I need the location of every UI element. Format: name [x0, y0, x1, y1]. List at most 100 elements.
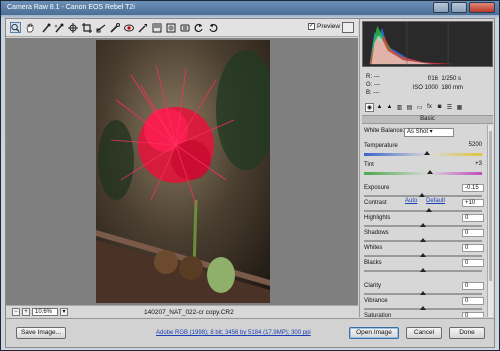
graduated-filter-tool-icon[interactable] [151, 22, 162, 33]
r-label: R: [366, 74, 372, 80]
slider-track-blacks[interactable] [364, 268, 482, 272]
dialog-content: ✓ Preview − + 10.6% ▾ 140207_NAT_022-cr … [5, 18, 495, 348]
minimize-button[interactable] [433, 2, 449, 13]
tab-effects-icon[interactable]: fx [425, 103, 434, 112]
rotate-cw-icon[interactable] [207, 22, 218, 33]
image-canvas[interactable] [6, 38, 358, 315]
slider-knob[interactable] [427, 170, 434, 174]
radial-filter-tool-icon[interactable] [165, 22, 176, 33]
spot-removal-tool-icon[interactable] [109, 22, 120, 33]
default-link[interactable]: Default [426, 198, 445, 204]
slider-value-field[interactable]: +10 [462, 199, 484, 207]
slider-row-highlights: Highlights 0 [364, 214, 484, 223]
slider-value-field[interactable]: 0 [462, 259, 484, 267]
slider-knob[interactable] [420, 253, 426, 257]
slider-knob[interactable] [418, 193, 425, 197]
slider-track-tint[interactable] [364, 170, 482, 175]
slider-track-clarity[interactable] [364, 291, 482, 295]
tab-presets-icon[interactable]: ☰ [445, 103, 454, 112]
b-value: --- [373, 90, 380, 96]
g-value: --- [374, 82, 381, 88]
straighten-tool-icon[interactable] [95, 22, 106, 33]
slider-label: Contrast [364, 200, 387, 206]
tab-camera-calibration-icon[interactable]: ◙ [435, 103, 444, 112]
tab-basic-icon[interactable]: ◉ [365, 102, 374, 112]
shutter-value: 1/250 s [441, 76, 462, 82]
readout-info: R: --- G: --- B: --- f/16 1/250 s ISO 10… [362, 71, 493, 99]
slider-knob[interactable] [420, 268, 426, 272]
section-title: Basic [420, 116, 435, 122]
tab-hsl-icon[interactable]: ▥ [395, 103, 404, 112]
close-button[interactable] [469, 2, 495, 13]
tool-bar: ✓ Preview [6, 19, 358, 37]
scrollbar-thumb[interactable] [489, 131, 492, 281]
tab-split-toning-icon[interactable]: ▤ [405, 103, 414, 112]
white-balance-tool-icon[interactable] [40, 22, 51, 33]
fullscreen-toggle-icon[interactable] [342, 22, 354, 33]
zoom-dropdown-icon[interactable]: ▾ [60, 308, 68, 316]
slider-row-exposure: Exposure -0.15 [364, 184, 484, 193]
workflow-options-link[interactable]: Adobe RGB (1998); 8 bit; 3456 by 5184 (1… [156, 330, 311, 336]
white-balance-row: White Balance: As Shot ▾ [364, 128, 486, 138]
preferences-icon[interactable] [179, 22, 190, 33]
slider-knob[interactable] [420, 291, 426, 295]
photo-preview[interactable] [96, 40, 270, 303]
slider-knob[interactable] [420, 223, 426, 227]
crop-tool-icon[interactable] [81, 22, 92, 33]
slider-value-field[interactable]: -0.15 [462, 184, 484, 192]
slider-track-shadows[interactable] [364, 238, 482, 242]
color-sampler-tool-icon[interactable] [53, 22, 64, 33]
slider-value-field[interactable]: 0 [462, 297, 484, 305]
tab-detail-icon[interactable]: ▲ [385, 103, 394, 112]
slider-track-temperature[interactable] [364, 151, 482, 156]
preview-toggle[interactable]: ✓ Preview [308, 23, 340, 30]
slider-row-contrast: Contrast +10 [364, 199, 484, 208]
hand-tool-icon[interactable] [24, 22, 35, 33]
maximize-button[interactable] [451, 2, 467, 13]
slider-knob[interactable] [425, 208, 432, 212]
window-title: Camera Raw 8.1 - Canon EOS Rebel T2i [7, 4, 135, 11]
open-image-button[interactable]: Open Image [349, 327, 399, 339]
slider-knob[interactable] [420, 238, 426, 242]
panel-scrollbar[interactable] [487, 125, 493, 317]
g-label: G: [366, 82, 373, 88]
slider-track-exposure[interactable] [364, 193, 482, 197]
slider-value-field[interactable]: 0 [462, 244, 484, 252]
zoom-tool-icon[interactable] [10, 22, 21, 33]
zoom-out-button[interactable]: − [12, 308, 20, 316]
slider-row-tint: Tint +3 [364, 161, 484, 170]
tab-snapshots-icon[interactable]: ▦ [455, 103, 464, 112]
slider-knob[interactable] [420, 306, 426, 310]
slider-track-whites[interactable] [364, 253, 482, 257]
slider-value-field: 5200 [468, 142, 482, 148]
slider-value-field[interactable]: 0 [462, 282, 484, 290]
save-image-button[interactable]: Save Image... [16, 327, 66, 339]
slider-track-vibrance[interactable] [364, 306, 482, 310]
preview-checkbox[interactable]: ✓ [308, 23, 315, 30]
slider-value-field[interactable]: 0 [462, 229, 484, 237]
preview-label: Preview [317, 23, 341, 30]
tab-lens-icon[interactable]: ▭ [415, 103, 424, 112]
slider-knob[interactable] [423, 151, 430, 155]
zoom-in-button[interactable]: + [22, 308, 30, 316]
slider-track-contrast[interactable] [364, 208, 482, 212]
tab-tone-curve-icon[interactable]: ▲ [375, 103, 384, 112]
slider-label: Vibrance [364, 298, 388, 304]
rotate-ccw-icon[interactable] [193, 22, 204, 33]
white-balance-select[interactable]: As Shot ▾ [404, 128, 454, 137]
red-eye-tool-icon[interactable] [123, 22, 134, 33]
slider-value-field[interactable]: 0 [462, 214, 484, 222]
cancel-button[interactable]: Cancel [406, 327, 442, 339]
slider-track-highlights[interactable] [364, 223, 482, 227]
slider-value-field[interactable]: 0 [462, 312, 484, 317]
slider-label: Tint [364, 162, 374, 168]
targeted-adjustment-tool-icon[interactable] [67, 22, 78, 33]
adjustment-brush-tool-icon[interactable] [137, 22, 148, 33]
auto-link[interactable]: Auto [405, 198, 417, 204]
white-balance-label: White Balance: [364, 128, 405, 134]
slider-row-temperature: Temperature 5200 [364, 142, 484, 151]
status-bar: − + 10.6% ▾ 140207_NAT_022-cr copy.CR2 [6, 305, 358, 317]
done-button[interactable]: Done [449, 327, 485, 339]
zoom-level-select[interactable]: 10.6% [32, 308, 58, 316]
slider-row-saturation: Saturation 0 [364, 312, 484, 317]
